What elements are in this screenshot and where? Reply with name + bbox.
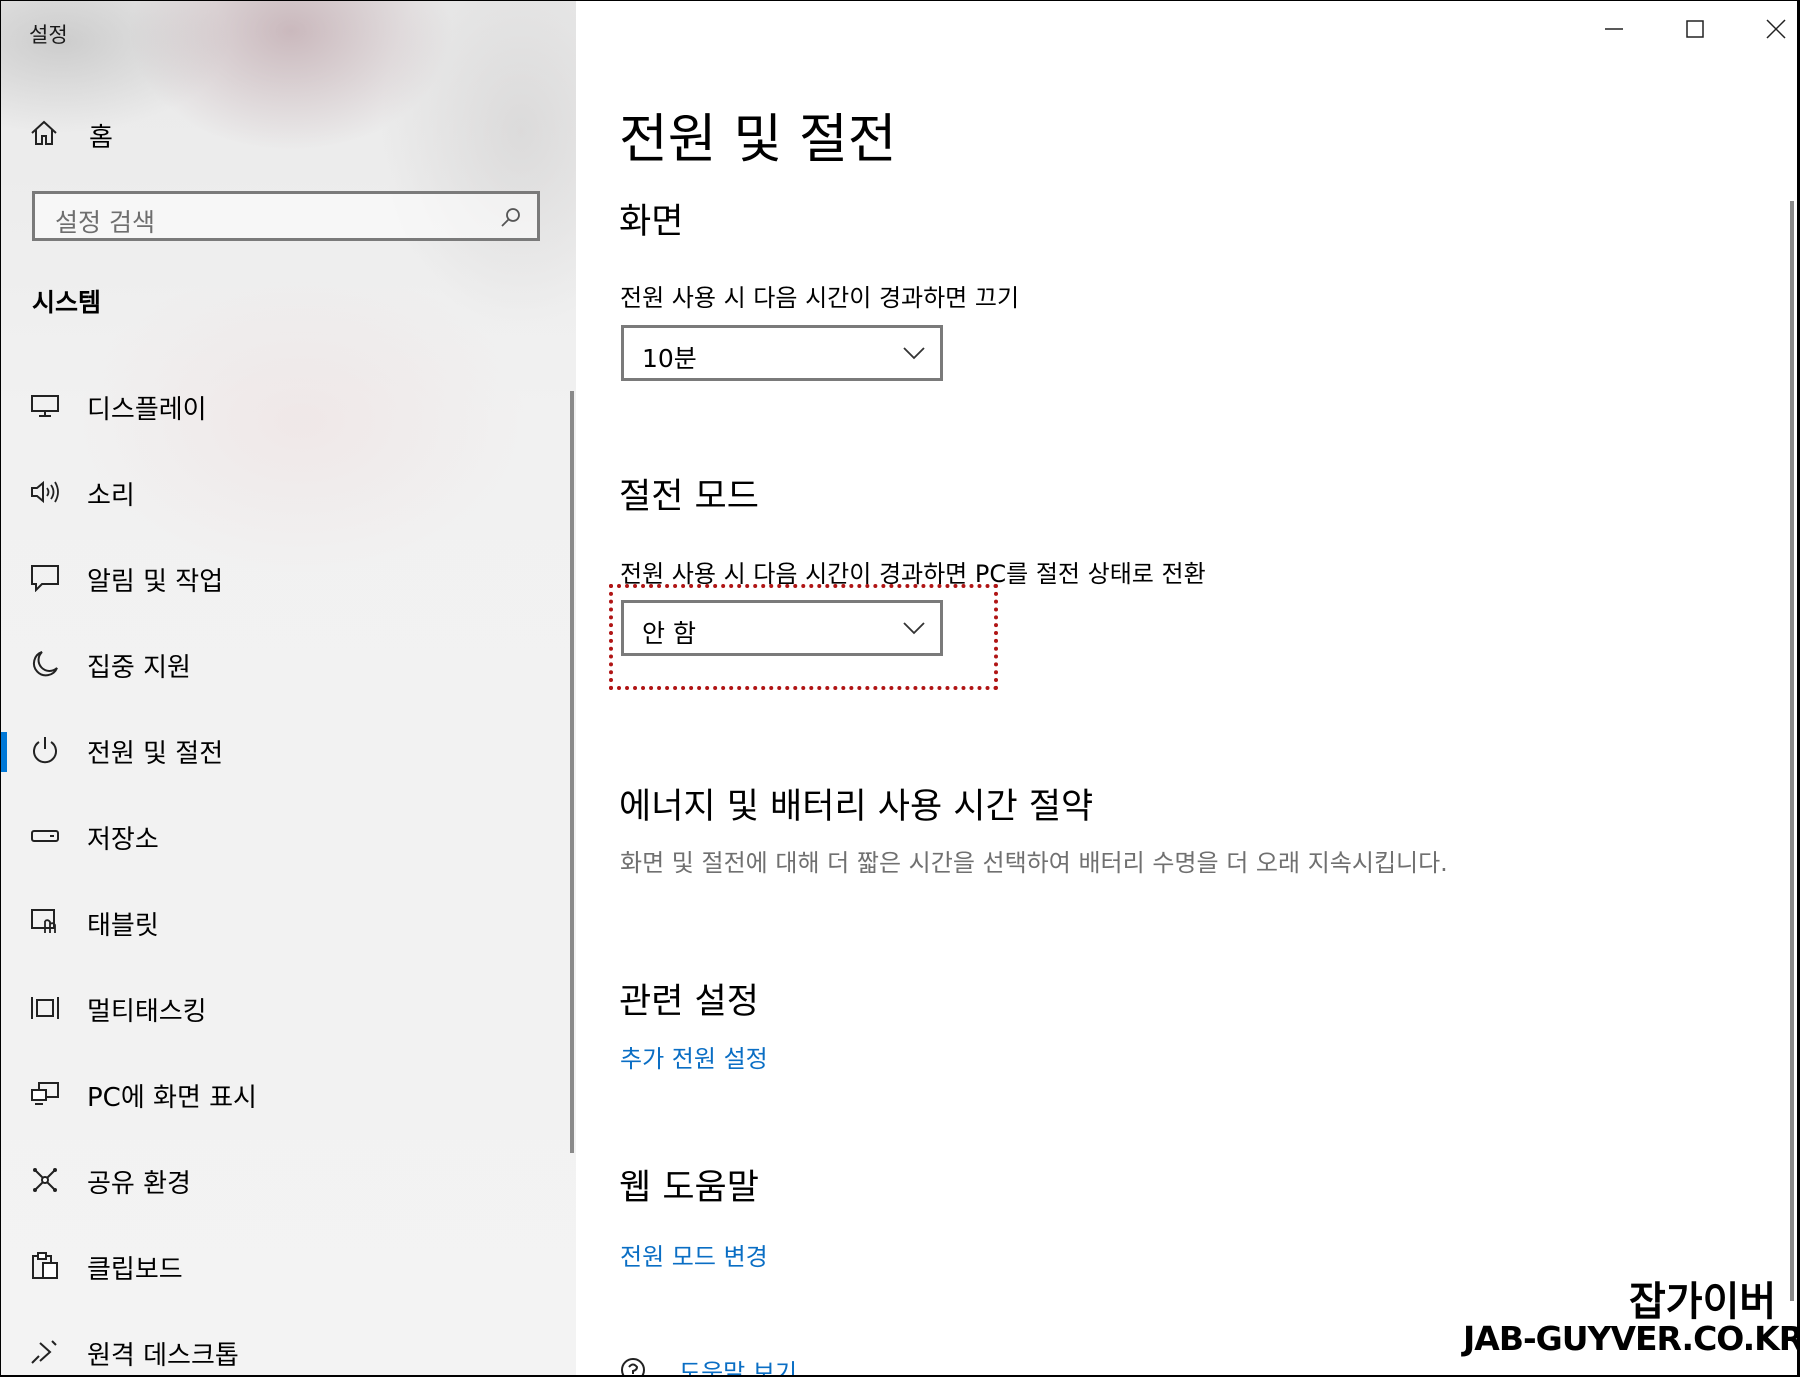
energy-heading: 에너지 및 배터리 사용 시간 절약 [619, 787, 1094, 827]
sidebar-item-label: 태블릿 [87, 911, 159, 941]
web-help-heading: 웹 도움말 [619, 1168, 759, 1208]
minimize-icon [1603, 18, 1625, 44]
search-placeholder: 설정 검색 [55, 208, 155, 237]
close-icon [1765, 18, 1787, 44]
energy-description: 화면 및 절전에 대해 더 짧은 시간을 선택하여 배터리 수명을 더 오래 지… [620, 849, 1448, 877]
sidebar-nav: 디스플레이 소리 알림 및 작업 집중 지원 전원 및 절전 저장소 태블릿 멀… [1, 363, 571, 1375]
sidebar-item-label: 저장소 [87, 825, 159, 855]
sidebar-item-clipboard[interactable]: 클립보드 [1, 1223, 571, 1309]
storage-icon [29, 822, 61, 850]
chevron-down-icon [902, 345, 926, 365]
remote-desktop-icon [29, 1338, 61, 1366]
sidebar-item-label: 소리 [87, 481, 135, 511]
watermark-url: JAB-GUYVER.CO.KR [1463, 1319, 1797, 1358]
search-icon[interactable] [499, 206, 523, 234]
sidebar-item-notifications[interactable]: 알림 및 작업 [1, 535, 571, 621]
home-icon [29, 118, 59, 152]
multitasking-icon [29, 994, 61, 1022]
screen-heading: 화면 [619, 202, 684, 242]
active-indicator [1, 732, 7, 772]
search-input[interactable]: 설정 검색 [32, 191, 540, 241]
change-power-mode-link[interactable]: 전원 모드 변경 [620, 1237, 768, 1272]
get-help-link[interactable]: 도움말 보기 [679, 1353, 797, 1375]
power-icon [29, 736, 61, 764]
sidebar-item-label: 원격 데스크톱 [87, 1341, 239, 1371]
sidebar-item-multitasking[interactable]: 멀티태스킹 [1, 965, 571, 1051]
sidebar-item-project-to-pc[interactable]: PC에 화면 표시 [1, 1051, 571, 1137]
sidebar-item-label: 클립보드 [87, 1255, 183, 1285]
share-icon [29, 1166, 61, 1194]
minimize-button[interactable] [1586, 13, 1642, 49]
sidebar: 설정 홈 설정 검색 시스템 디스플레이 소리 알림 및 작업 집중 지원 전원… [1, 1, 576, 1375]
sidebar-item-label: 공유 환경 [87, 1169, 191, 1199]
home-label: 홈 [89, 122, 113, 153]
sidebar-item-label: 알림 및 작업 [87, 567, 224, 597]
screen-timeout-dropdown[interactable]: 10분 [621, 325, 943, 381]
page-title: 전원 및 절전 [619, 109, 897, 170]
additional-power-settings-link[interactable]: 추가 전원 설정 [620, 1039, 768, 1074]
sidebar-item-label: 디스플레이 [87, 395, 207, 425]
sleep-heading: 절전 모드 [619, 477, 759, 517]
chevron-down-icon [902, 620, 926, 640]
screen-timeout-value: 10분 [642, 344, 697, 373]
sidebar-item-display[interactable]: 디스플레이 [1, 363, 571, 449]
content-scrollbar[interactable] [1790, 201, 1794, 1301]
close-button[interactable] [1748, 13, 1797, 49]
monitor-icon [29, 392, 61, 420]
sleep-timeout-dropdown[interactable]: 안 함 [621, 600, 943, 656]
maximize-button[interactable] [1667, 13, 1723, 49]
home-button[interactable]: 홈 [29, 113, 113, 157]
sidebar-item-power-sleep[interactable]: 전원 및 절전 [1, 707, 571, 793]
sidebar-item-remote-desktop[interactable]: 원격 데스크톱 [1, 1309, 571, 1375]
sidebar-item-tablet[interactable]: 태블릿 [1, 879, 571, 965]
sidebar-item-label: 멀티태스킹 [87, 997, 207, 1027]
moon-icon [29, 650, 61, 678]
sidebar-item-shared-experiences[interactable]: 공유 환경 [1, 1137, 571, 1223]
section-label-system: 시스템 [32, 288, 102, 317]
sidebar-item-label: 집중 지원 [87, 653, 191, 683]
notification-icon [29, 564, 61, 592]
sidebar-item-sound[interactable]: 소리 [1, 449, 571, 535]
sleep-timeout-value: 안 함 [642, 619, 696, 648]
speaker-icon [29, 478, 61, 506]
sidebar-item-focus-assist[interactable]: 집중 지원 [1, 621, 571, 707]
sidebar-item-label: PC에 화면 표시 [87, 1083, 257, 1113]
help-icon [619, 1356, 651, 1375]
app-title: 설정 [29, 23, 68, 47]
settings-window: 설정 홈 설정 검색 시스템 디스플레이 소리 알림 및 작업 집중 지원 전원… [1, 1, 1797, 1375]
content-pane: 전원 및 절전 화면 전원 사용 시 다음 시간이 경과하면 끄기 10분 절전… [576, 1, 1797, 1375]
sidebar-scrollbar[interactable] [570, 391, 574, 1153]
screen-timeout-label: 전원 사용 시 다음 시간이 경과하면 끄기 [620, 284, 1020, 312]
tablet-icon [29, 908, 61, 936]
sidebar-item-label: 전원 및 절전 [87, 739, 224, 769]
project-icon [29, 1080, 61, 1108]
related-settings-heading: 관련 설정 [619, 982, 759, 1022]
clipboard-icon [29, 1252, 61, 1280]
maximize-icon [1684, 18, 1706, 44]
sidebar-item-storage[interactable]: 저장소 [1, 793, 571, 879]
